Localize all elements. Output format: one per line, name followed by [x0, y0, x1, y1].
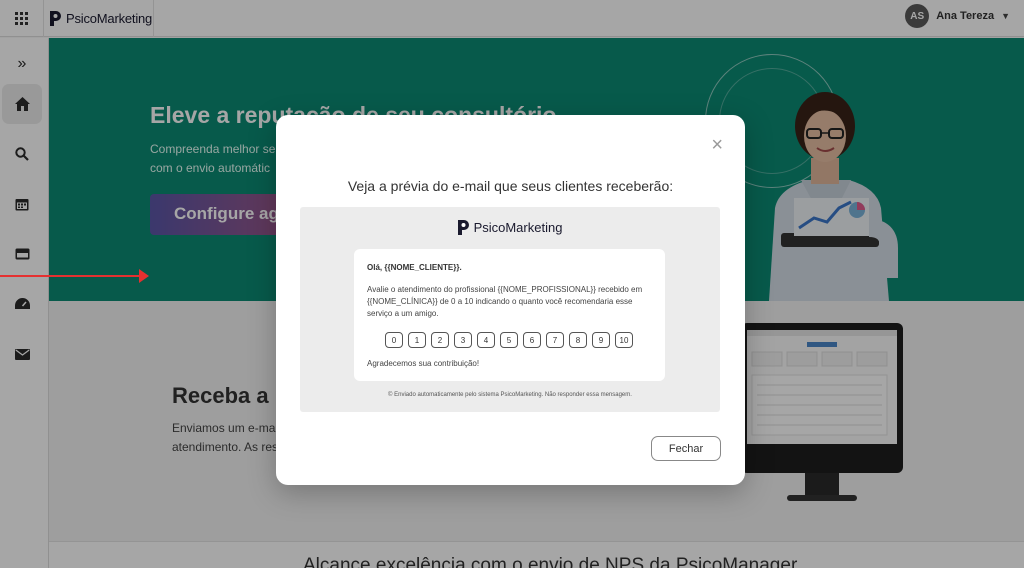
close-icon[interactable]: × — [711, 135, 723, 155]
nps-score-option: 10 — [615, 332, 633, 348]
annotation-arrow-line — [0, 275, 145, 277]
email-footer: © Enviado automaticamente pelo sistema P… — [388, 392, 632, 398]
nps-score-option: 0 — [385, 332, 403, 348]
email-card: Olá, {{NOME_CLIENTE}}. Avalie o atendime… — [354, 249, 665, 381]
close-button[interactable]: Fechar — [651, 436, 721, 461]
nps-scale: 0 1 2 3 4 5 6 7 8 9 10 — [367, 332, 652, 348]
annotation-arrow-icon — [139, 269, 149, 283]
email-thanks: Agradecemos sua contribuição! — [367, 359, 480, 368]
nps-score-option: 7 — [546, 332, 564, 348]
nps-score-option: 4 — [477, 332, 495, 348]
email-preview-modal: × Veja a prévia do e-mail que seus clien… — [276, 115, 745, 485]
email-greeting: Olá, {{NOME_CLIENTE}}. — [367, 263, 462, 272]
nps-score-option: 3 — [454, 332, 472, 348]
modal-title: Veja a prévia do e-mail que seus cliente… — [347, 178, 674, 194]
email-preview: PsicoMarketing Olá, {{NOME_CLIENTE}}. Av… — [300, 207, 720, 412]
nps-score-option: 1 — [408, 332, 426, 348]
nps-score-option: 6 — [523, 332, 541, 348]
brand-mark-icon — [457, 220, 469, 235]
brand-name: PsicoMarketing — [473, 220, 563, 235]
preview-brand: PsicoMarketing — [300, 220, 720, 235]
nps-score-option: 2 — [431, 332, 449, 348]
nps-score-option: 8 — [569, 332, 587, 348]
nps-score-option: 9 — [592, 332, 610, 348]
nps-score-option: 5 — [500, 332, 518, 348]
email-body: Avalie o atendimento do profissional {{N… — [367, 285, 643, 318]
